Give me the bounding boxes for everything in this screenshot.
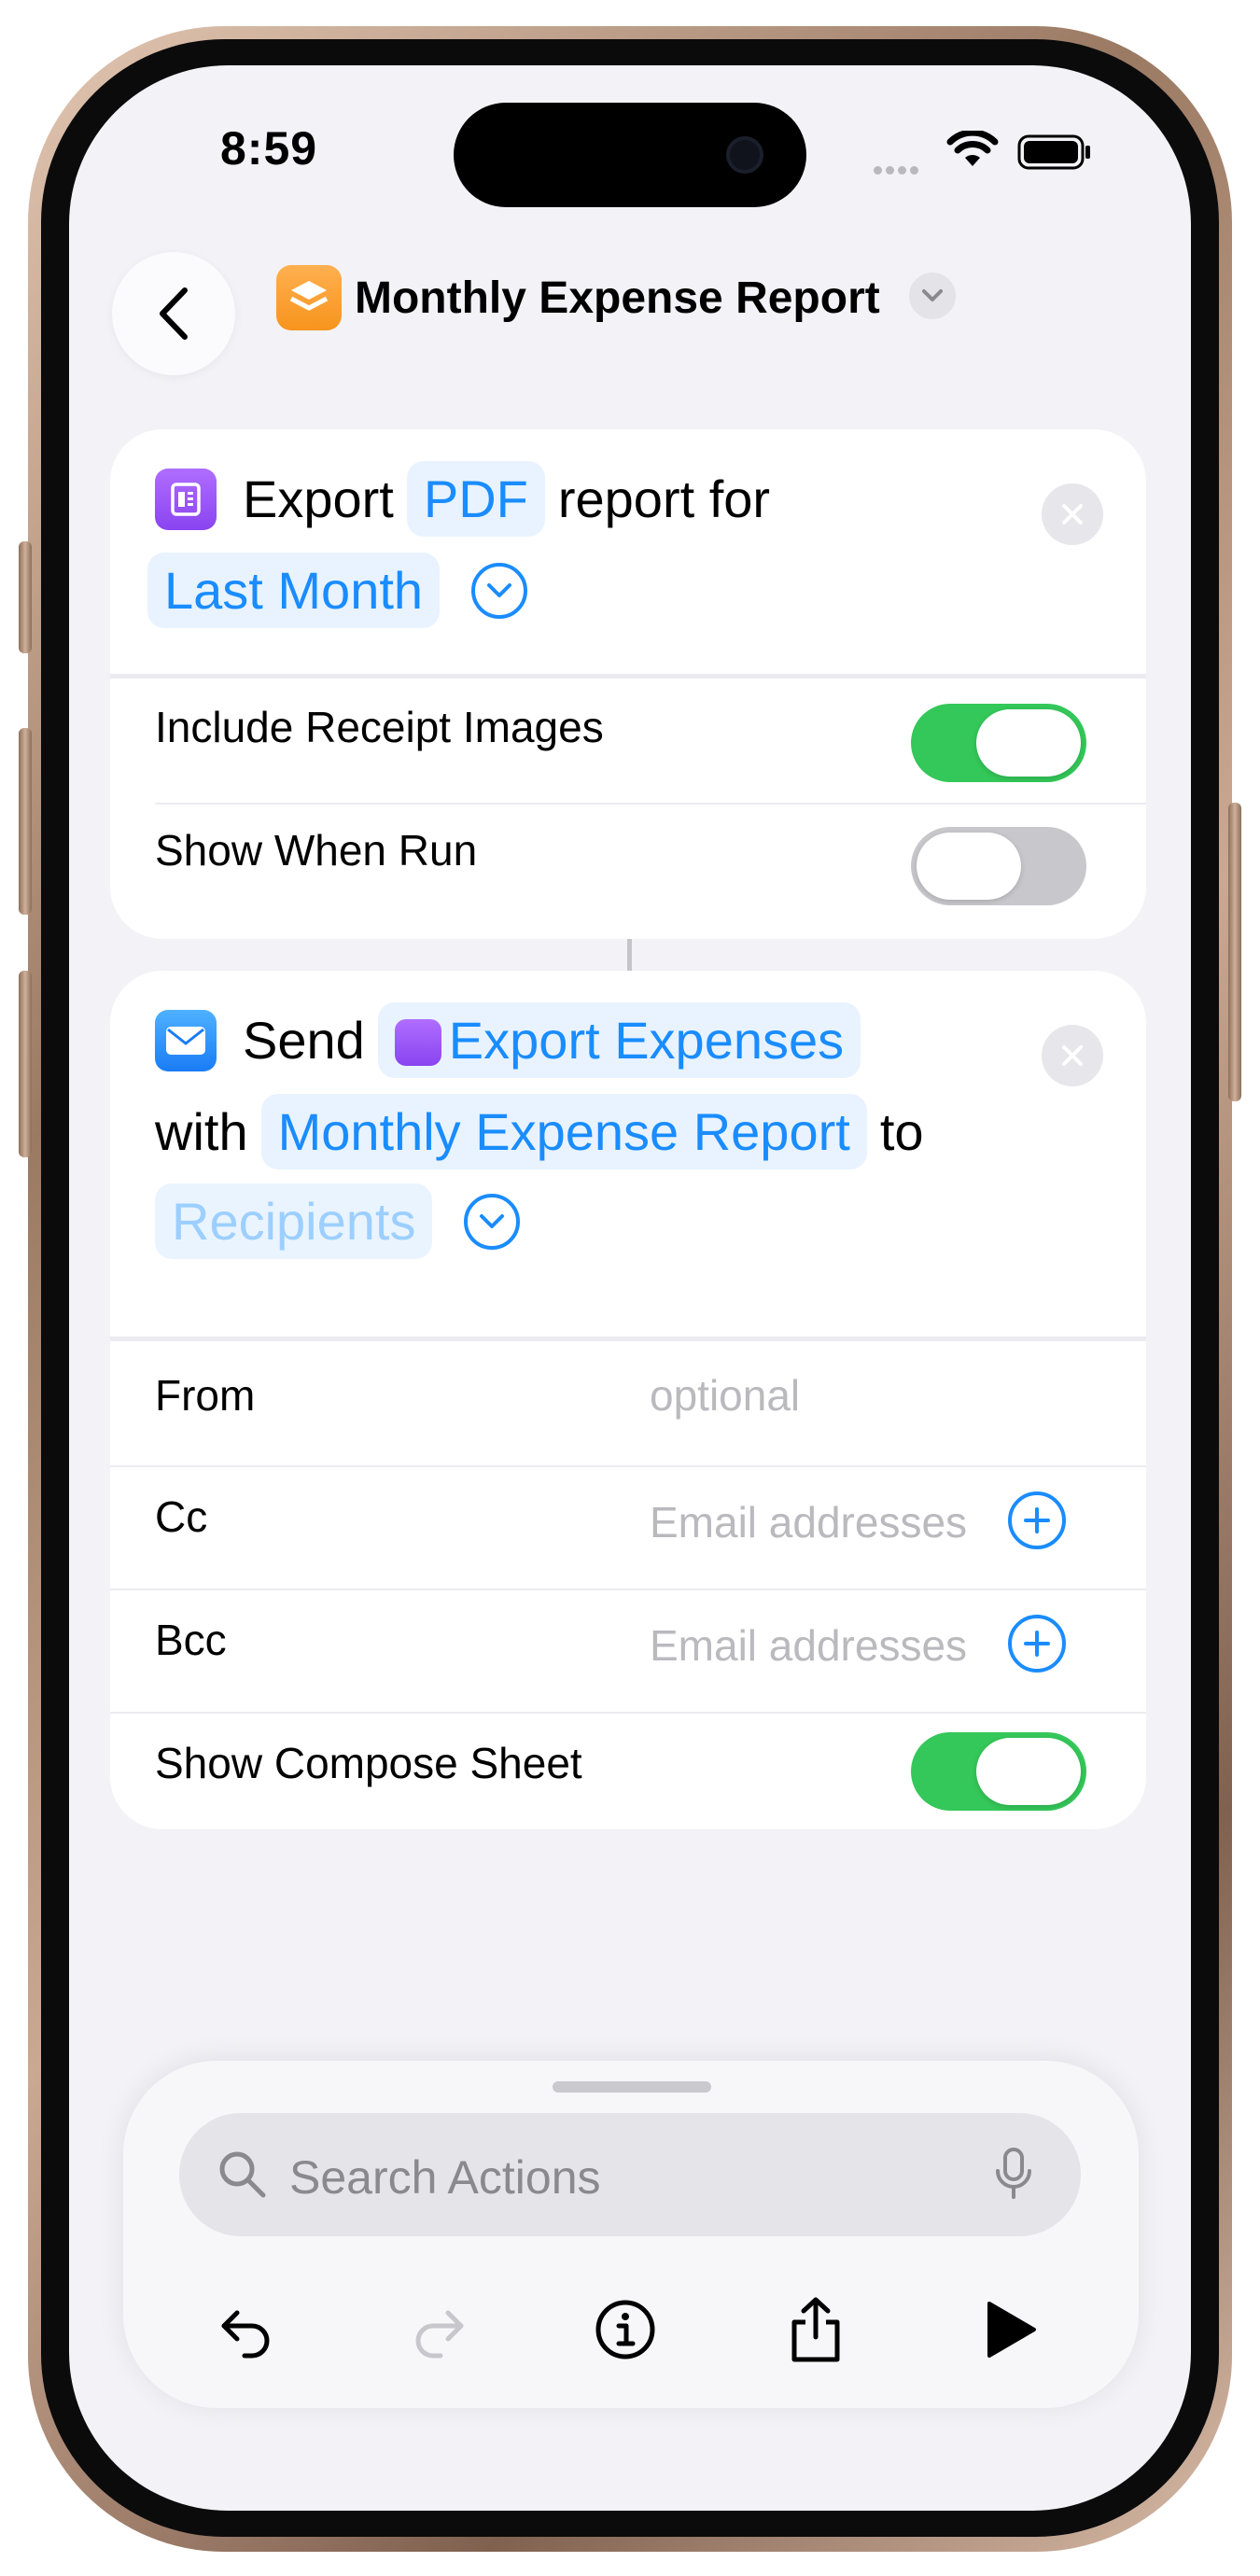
redo-icon [415,2310,464,2359]
remove-action-button[interactable] [1042,483,1103,545]
bcc-field[interactable]: Email addresses [650,1620,967,1671]
cc-field[interactable]: Email addresses [650,1497,967,1547]
volume-down-button [19,971,32,1157]
include-receipt-images-label: Include Receipt Images [155,703,604,751]
chevron-down-icon [480,1213,505,1228]
show-when-run-toggle[interactable] [911,827,1086,905]
info-icon [595,2300,655,2359]
add-bcc-button[interactable] [1008,1615,1066,1673]
shortcut-layers-icon [276,265,342,330]
plus-icon [1024,1631,1050,1657]
run-button[interactable] [973,2292,1047,2367]
send-action-line3: Recipients [155,1183,521,1259]
search-placeholder: Search Actions [289,2151,601,2204]
period-parameter[interactable]: Last Month [147,553,441,628]
dynamic-island [454,103,806,207]
share-button[interactable] [778,2292,853,2367]
search-actions-field[interactable]: Search Actions [179,2113,1081,2236]
back-button[interactable] [112,252,235,375]
chevron-left-icon [160,287,188,340]
battery-icon [1017,134,1090,170]
export-action-line1: Export PDF report for [155,461,770,537]
show-compose-sheet-label: Show Compose Sheet [155,1739,582,1787]
play-icon [987,2302,1036,2358]
format-parameter[interactable]: PDF [406,461,545,537]
screen: 8:59 Monthly Expense Report Export PDF r… [69,65,1191,2511]
close-icon [1062,504,1083,525]
undo-button[interactable] [209,2292,284,2367]
action-connector [627,939,632,971]
share-icon [791,2297,840,2362]
subject-parameter[interactable]: Monthly Expense Report [260,1094,867,1169]
include-receipt-images-toggle[interactable] [911,704,1086,782]
wifi-icon [946,131,999,166]
action-verb: Export [243,469,394,528]
recipients-parameter[interactable]: Recipients [155,1183,433,1259]
mail-icon [155,1009,217,1071]
search-icon [219,2151,266,2198]
action-text: with [155,1102,248,1161]
cc-label: Cc [155,1492,208,1541]
report-icon [394,1019,441,1066]
send-action-line2: with Monthly Expense Report to [155,1094,924,1169]
title-menu-button[interactable] [909,273,956,319]
action-text: report for [557,469,771,528]
chevron-down-icon [922,289,943,301]
send-email-action-card: Send Export Expenses with Monthly Expens… [110,971,1146,1829]
action-button [19,541,32,653]
camera-icon [726,136,763,174]
sheet-grabber[interactable] [553,2081,711,2093]
shortcut-title[interactable]: Monthly Expense Report [355,273,880,324]
info-button[interactable] [588,2292,663,2367]
from-field[interactable]: optional [650,1370,800,1421]
actions-bottom-sheet: Search Actions [123,2061,1139,2408]
remove-action-button[interactable] [1042,1025,1103,1086]
cellular-signal-icon [874,162,922,179]
add-cc-button[interactable] [1008,1491,1066,1549]
show-when-run-label: Show When Run [155,826,478,875]
chevron-down-icon [487,582,512,597]
undo-icon [221,2310,270,2359]
status-time: 8:59 [220,122,318,175]
power-button [1228,803,1241,1101]
bcc-label: Bcc [155,1616,227,1664]
redo-button[interactable] [401,2292,476,2367]
attachment-variable[interactable]: Export Expenses [377,1002,861,1078]
from-label: From [155,1371,256,1420]
action-text: to [879,1102,924,1161]
volume-up-button [19,728,32,915]
export-action-line2: Last Month [147,553,528,628]
expand-options-button[interactable] [464,1193,521,1250]
microphone-icon[interactable] [993,2147,1034,2203]
action-verb: Send [243,1011,365,1070]
expand-options-button[interactable] [471,562,528,619]
plus-icon [1024,1507,1050,1533]
close-icon [1062,1045,1083,1066]
report-icon [155,468,217,530]
export-action-card: Export PDF report for Last Month Include… [110,429,1146,939]
send-action-line1: Send Export Expenses [155,1002,874,1078]
show-compose-sheet-toggle[interactable] [911,1732,1086,1811]
